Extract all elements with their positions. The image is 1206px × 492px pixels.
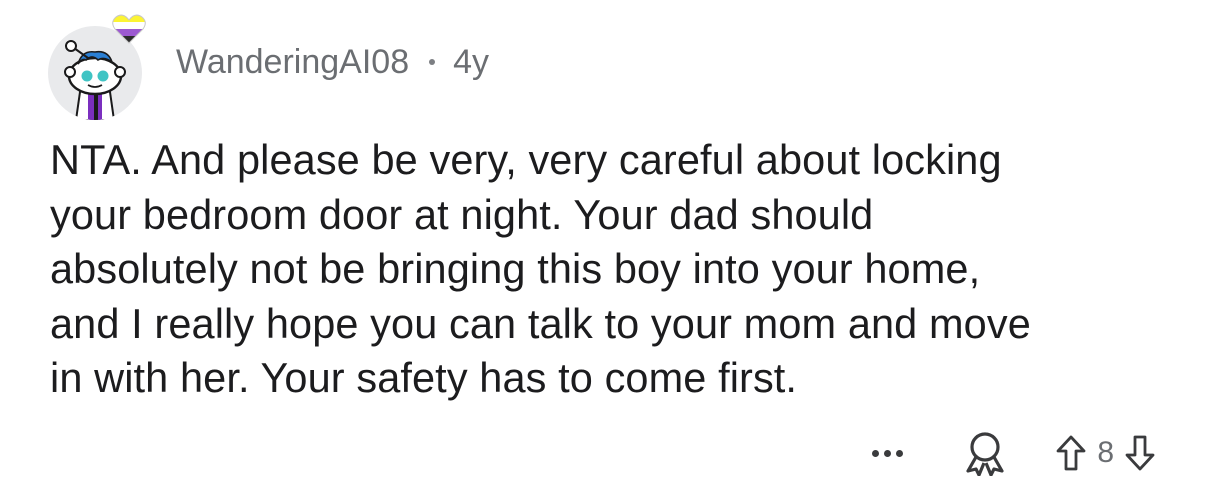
- comment-body: NTA. And please be very, very careful ab…: [50, 133, 1160, 406]
- comment-action-bar: 8: [872, 425, 1158, 481]
- comment-body-line: NTA. And please be very, very careful ab…: [50, 136, 1002, 183]
- award-button[interactable]: [959, 427, 1011, 479]
- vote-controls: 8: [1053, 431, 1158, 475]
- comment-header: WanderingAI08 4y: [48, 12, 489, 120]
- ellipsis-icon: [896, 449, 904, 457]
- avatar-container[interactable]: [48, 14, 146, 120]
- comment-card: WanderingAI08 4y NTA. And please be very…: [0, 0, 1206, 492]
- arrow-down-icon: [1125, 435, 1155, 471]
- vote-score: 8: [1097, 436, 1114, 469]
- downvote-button[interactable]: [1122, 431, 1158, 475]
- comment-meta: WanderingAI08 4y: [176, 45, 489, 79]
- comment-body-line: your bedroom door at night. Your dad sho…: [50, 190, 874, 238]
- comment-body-line: and I really hope you can talk to your m…: [50, 299, 1031, 347]
- award-icon: [966, 432, 1004, 476]
- ellipsis-icon: [884, 449, 892, 457]
- comment-body-line: absolutely not be bringing this boy into…: [50, 245, 981, 292]
- nonbinary-flag-heart-icon: [112, 14, 146, 44]
- comment-age: 4y: [453, 43, 490, 81]
- username-link[interactable]: WanderingAI08: [176, 45, 409, 79]
- ellipsis-icon: [872, 449, 880, 457]
- comment-body-line: in with her. Your safety has to come fir…: [50, 354, 798, 401]
- upvote-button[interactable]: [1053, 431, 1089, 475]
- meta-separator-dot: [429, 59, 436, 65]
- more-options-button[interactable]: [872, 449, 904, 457]
- arrow-up-icon: [1056, 435, 1086, 471]
